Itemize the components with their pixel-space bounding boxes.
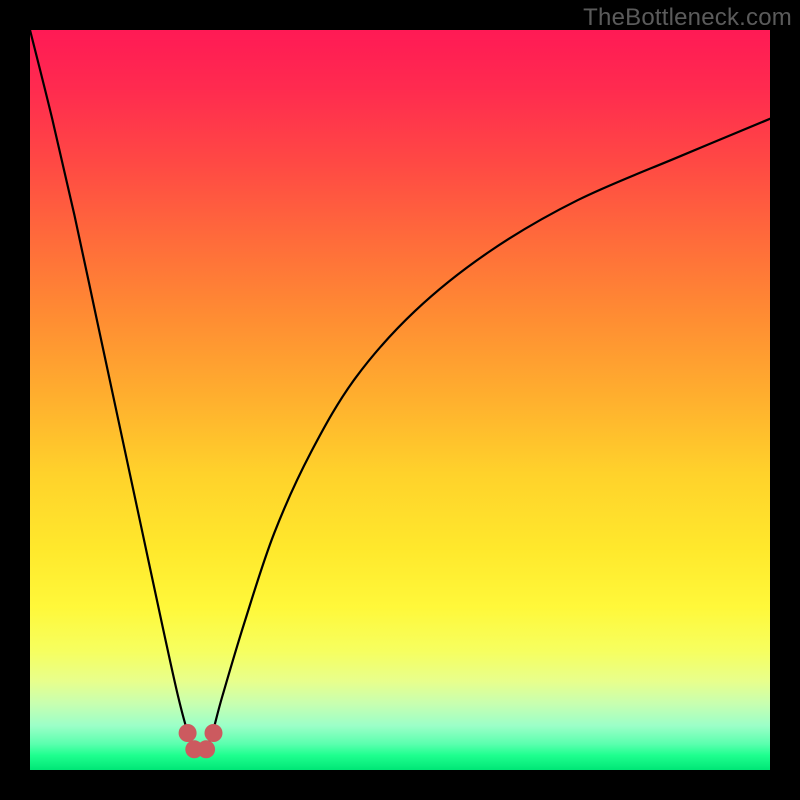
bottleneck-curve <box>30 30 770 753</box>
dip-marker <box>197 740 215 758</box>
dip-marker <box>205 724 223 742</box>
curve-layer <box>30 30 770 770</box>
plot-area <box>30 30 770 770</box>
dip-markers <box>179 724 223 758</box>
dip-marker <box>179 724 197 742</box>
outer-frame: TheBottleneck.com <box>0 0 800 800</box>
watermark-text: TheBottleneck.com <box>583 4 792 32</box>
